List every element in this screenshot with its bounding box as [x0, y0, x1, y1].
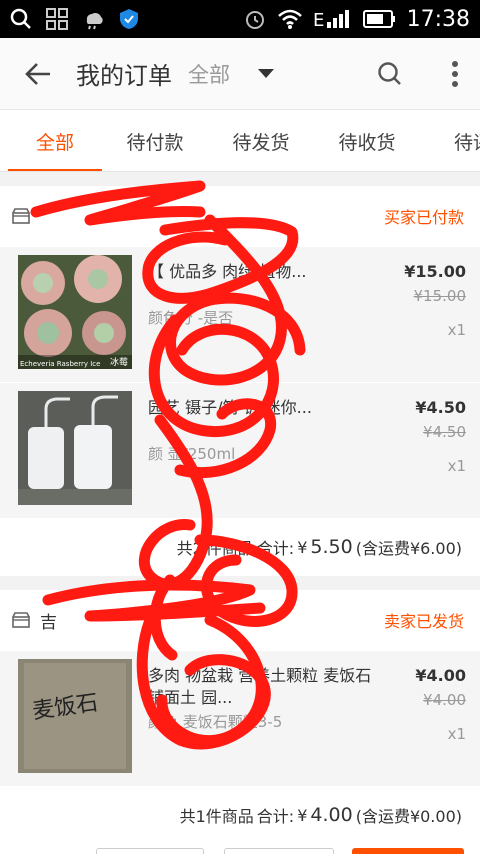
- more-vertical-icon: [452, 60, 458, 87]
- wifi-icon: [277, 9, 302, 29]
- shop-row[interactable]: 买家已付款: [0, 186, 480, 246]
- product-title[interactable]: 园艺 镊子/筒 铲 迷你...: [148, 397, 390, 441]
- product-original-price: ¥4.50: [423, 423, 466, 441]
- thumbnail-caption: Echeveria Rasberry Ice: [20, 360, 101, 368]
- item-count-suffix: 件商品: [205, 539, 254, 558]
- search-icon: [378, 61, 401, 85]
- product-title[interactable]: 【 优品多 肉绿 植物...: [148, 261, 390, 305]
- product-sku: 颜色 麦饭石颗粒3-5: [148, 713, 283, 731]
- order-action-button[interactable]: [96, 848, 204, 854]
- thumbnail-caption-right: 冰莓: [109, 358, 128, 368]
- clock: 17:38: [406, 6, 470, 32]
- product-original-price: ¥4.00: [423, 691, 466, 709]
- tab-pending-review[interactable]: 待评: [420, 110, 480, 171]
- shield-icon: [120, 9, 138, 29]
- app-header: 我的订单 全部: [0, 38, 480, 110]
- tab-pending-shipment[interactable]: 待发货: [208, 110, 314, 171]
- status-bar: E 17:38: [0, 0, 480, 38]
- shop-name[interactable]: 吉: [40, 608, 384, 633]
- product-thumbnail: [18, 391, 132, 505]
- total-currency: ¥: [297, 805, 308, 825]
- shipping-fee: (含运费¥6.00): [355, 539, 462, 558]
- more-button[interactable]: [430, 38, 480, 110]
- svg-text:E: E: [313, 10, 324, 30]
- alarm-icon: [245, 11, 264, 29]
- page-title: 我的订单: [76, 62, 172, 90]
- shipping-fee: (含运费¥0.00): [355, 807, 462, 826]
- total-currency: ¥: [297, 537, 308, 557]
- order-filter-label[interactable]: 全部: [188, 59, 230, 89]
- search-icon: [10, 8, 31, 29]
- item-count: 共1件商品: [179, 807, 254, 826]
- apps-grid-icon: [46, 8, 68, 30]
- back-arrow-icon: [25, 62, 50, 85]
- product-price: ¥15.00: [404, 262, 466, 281]
- chevron-down-icon[interactable]: [258, 69, 274, 78]
- product-title[interactable]: 多肉 物盆栽 营养土颗粒 麦饭石 铺面土 园...: [148, 665, 390, 709]
- tab-pending-receipt[interactable]: 待收货: [314, 110, 420, 171]
- product-price: ¥4.00: [415, 666, 466, 685]
- order-status: 买家已付款: [383, 208, 464, 227]
- tab-pending-payment[interactable]: 待付款: [102, 110, 208, 171]
- product-quantity: x1: [447, 725, 466, 743]
- order-card[interactable]: 吉 卖家已发货 麦饭石 多肉 物盆栽 营养土颗粒 麦饭石 铺面土 园... 颜色…: [0, 590, 480, 844]
- order-summary: 共1件商品 合计: ¥ 4.00 (含运费¥0.00): [0, 786, 480, 844]
- item-count: 共2: [176, 539, 203, 558]
- order-summary: 共2 件商品 合计: ¥ 5.50 (含运费¥6.00): [0, 518, 480, 576]
- shop-icon: [12, 612, 30, 628]
- weather-icon: [86, 12, 103, 30]
- total-amount: 5.50: [310, 536, 353, 558]
- product-original-price: ¥15.00: [413, 287, 467, 305]
- product-sku: 颜色分 -是否: [148, 309, 234, 327]
- tab-all[interactable]: 全部: [8, 110, 102, 171]
- order-tabs: 全部 待付款 待发货 待收货 待评: [0, 110, 480, 172]
- product-thumbnail: 麦饭石: [18, 659, 132, 773]
- order-card[interactable]: 买家已付款 Echeveria Rasberry Ice 冰莓 【 优品多 肉绿…: [0, 186, 480, 576]
- order-primary-action-button[interactable]: [352, 848, 464, 854]
- order-item[interactable]: 园艺 镊子/筒 铲 迷你... 颜 壶/250ml ¥4.50 ¥4.50 x1: [0, 382, 480, 518]
- product-quantity: x1: [447, 321, 466, 339]
- order-action-button[interactable]: [224, 848, 334, 854]
- battery-icon: [362, 10, 395, 28]
- product-price: ¥4.50: [415, 398, 466, 417]
- order-item[interactable]: Echeveria Rasberry Ice 冰莓 【 优品多 肉绿 植物...…: [0, 246, 480, 382]
- signal-icon: E: [313, 10, 349, 30]
- product-sku: 颜 壶/250ml: [148, 445, 236, 463]
- total-amount: 4.00: [310, 804, 353, 826]
- back-button[interactable]: [0, 38, 76, 110]
- order-actions: [0, 842, 480, 854]
- product-thumbnail: Echeveria Rasberry Ice 冰莓: [18, 255, 132, 369]
- product-quantity: x1: [447, 457, 466, 475]
- search-button[interactable]: [360, 38, 420, 110]
- total-label: 合计:: [256, 539, 295, 558]
- total-label: 合计:: [256, 807, 295, 826]
- order-status: 卖家已发货: [383, 612, 464, 631]
- shop-row[interactable]: 吉 卖家已发货: [0, 590, 480, 650]
- order-item[interactable]: 麦饭石 多肉 物盆栽 营养土颗粒 麦饭石 铺面土 园... 颜色 麦饭石颗粒3-…: [0, 650, 480, 786]
- shop-icon: [12, 208, 30, 224]
